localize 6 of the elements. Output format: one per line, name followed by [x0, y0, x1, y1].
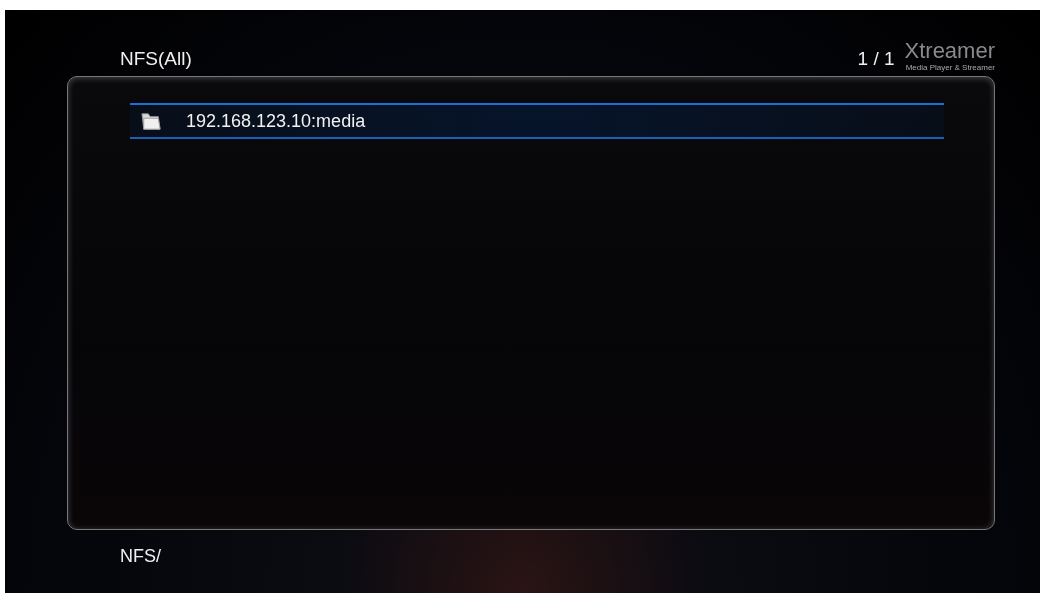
- logo: Xtreamer Media Player & Streamer: [904, 39, 995, 72]
- current-path: NFS/: [120, 546, 161, 566]
- folder-icon: [140, 111, 162, 131]
- page-counter: 1 / 1: [857, 48, 895, 70]
- screen-title: NFS(All): [120, 48, 192, 70]
- list-item[interactable]: 192.168.123.10:media: [130, 103, 944, 139]
